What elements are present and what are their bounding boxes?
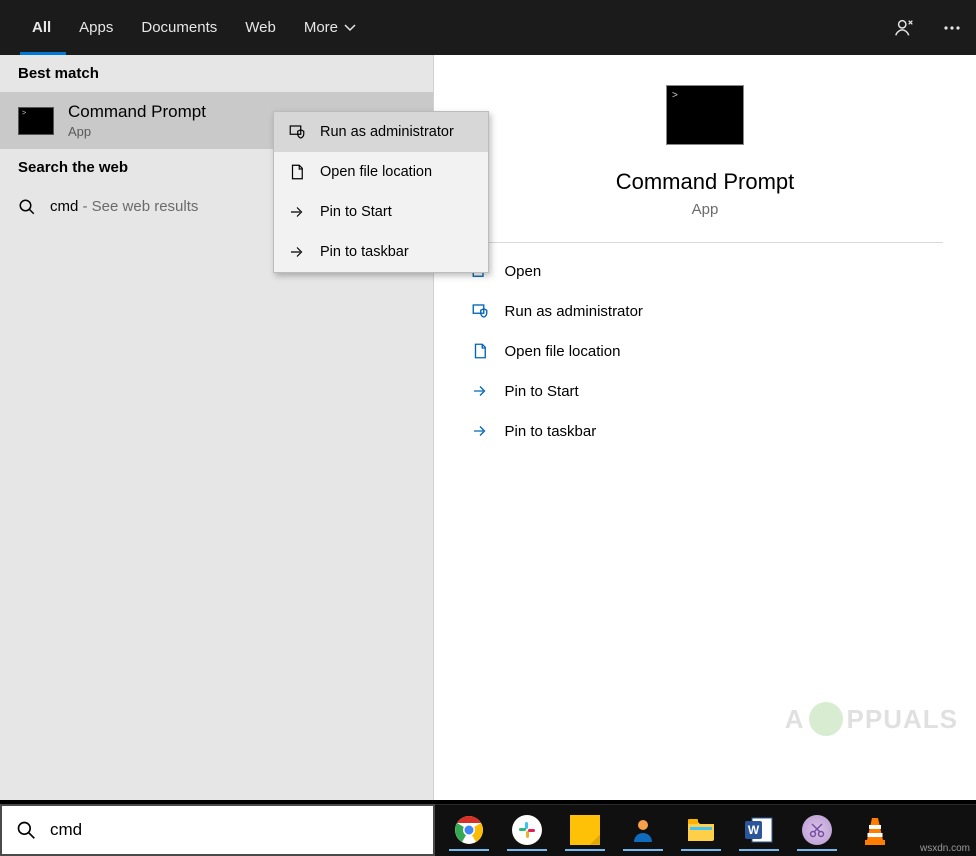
taskbar-vlc[interactable] bbox=[855, 811, 895, 851]
preview-subtitle: App bbox=[692, 201, 719, 218]
ctx-label: Pin to Start bbox=[320, 204, 392, 220]
search-icon bbox=[18, 198, 36, 216]
preview-thumbnail-icon bbox=[666, 85, 744, 145]
action-pin-taskbar[interactable]: Pin to taskbar bbox=[467, 411, 944, 451]
preview-actions: Open Run as administrator Open file loca… bbox=[467, 251, 944, 451]
result-title: Command Prompt bbox=[68, 102, 206, 122]
person-icon bbox=[629, 816, 657, 844]
pin-icon bbox=[288, 203, 306, 221]
sticky-notes-icon bbox=[570, 815, 600, 845]
taskbar-word[interactable]: W bbox=[739, 811, 779, 851]
action-label: Open file location bbox=[505, 343, 621, 360]
shield-admin-icon bbox=[288, 123, 306, 141]
ctx-run-admin[interactable]: Run as administrator bbox=[274, 112, 488, 152]
search-bar[interactable] bbox=[0, 804, 435, 856]
start-search-panel: All Apps Documents Web More Best match bbox=[0, 0, 976, 800]
web-hint: - See web results bbox=[78, 198, 198, 215]
pin-icon bbox=[288, 243, 306, 261]
ctx-pin-taskbar[interactable]: Pin to taskbar bbox=[274, 232, 488, 272]
feedback-icon[interactable] bbox=[894, 17, 916, 39]
more-options-icon[interactable] bbox=[942, 18, 962, 38]
ctx-pin-start[interactable]: Pin to Start bbox=[274, 192, 488, 232]
ctx-open-location[interactable]: Open file location bbox=[274, 152, 488, 192]
ctx-label: Open file location bbox=[320, 164, 432, 180]
ctx-label: Run as administrator bbox=[320, 124, 454, 140]
taskbar-office-people[interactable] bbox=[623, 811, 663, 851]
search-tabs: All Apps Documents Web More bbox=[0, 0, 976, 55]
action-pin-start[interactable]: Pin to Start bbox=[467, 371, 944, 411]
scissors-icon bbox=[802, 815, 832, 845]
tab-more-label: More bbox=[304, 19, 338, 36]
action-open[interactable]: Open bbox=[467, 251, 944, 291]
word-icon: W bbox=[744, 816, 774, 844]
search-icon bbox=[16, 820, 36, 840]
tab-apps[interactable]: Apps bbox=[65, 0, 127, 55]
file-location-icon bbox=[288, 163, 306, 181]
section-best-match: Best match bbox=[0, 55, 433, 92]
taskbar-snipping-tool[interactable] bbox=[797, 811, 837, 851]
preview-title: Command Prompt bbox=[616, 169, 795, 195]
taskbar-chrome[interactable] bbox=[449, 811, 489, 851]
pin-icon bbox=[471, 382, 489, 400]
preview-column: Command Prompt App Open Run as administr… bbox=[433, 55, 976, 800]
action-run-admin[interactable]: Run as administrator bbox=[467, 291, 944, 331]
taskbar: W bbox=[435, 804, 976, 856]
taskbar-file-explorer[interactable] bbox=[681, 811, 721, 851]
action-label: Run as administrator bbox=[505, 303, 643, 320]
credit-text: wsxdn.com bbox=[920, 843, 970, 854]
action-label: Pin to taskbar bbox=[505, 423, 597, 440]
tab-all[interactable]: All bbox=[18, 0, 65, 55]
action-label: Pin to Start bbox=[505, 383, 579, 400]
chevron-down-icon bbox=[344, 24, 356, 32]
vlc-icon bbox=[861, 816, 889, 846]
ctx-label: Pin to taskbar bbox=[320, 244, 409, 260]
tab-more[interactable]: More bbox=[290, 0, 370, 55]
tab-documents[interactable]: Documents bbox=[127, 0, 231, 55]
taskbar-slack[interactable] bbox=[507, 811, 547, 851]
svg-text:W: W bbox=[748, 823, 760, 837]
tab-web[interactable]: Web bbox=[231, 0, 290, 55]
slack-icon bbox=[512, 815, 542, 845]
shield-admin-icon bbox=[471, 302, 489, 320]
mascot-icon bbox=[809, 702, 843, 736]
chrome-icon bbox=[454, 815, 484, 845]
file-location-icon bbox=[471, 342, 489, 360]
folder-icon bbox=[686, 817, 716, 843]
watermark: APPUALS bbox=[785, 702, 958, 736]
context-menu: Run as administrator Open file location … bbox=[273, 111, 489, 273]
taskbar-sticky-notes[interactable] bbox=[565, 811, 605, 851]
divider bbox=[467, 242, 944, 243]
action-label: Open bbox=[505, 263, 542, 280]
search-input[interactable] bbox=[50, 820, 419, 840]
web-term: cmd bbox=[50, 198, 78, 215]
action-open-location[interactable]: Open file location bbox=[467, 331, 944, 371]
cmd-thumbnail-icon bbox=[18, 107, 54, 135]
pin-icon bbox=[471, 422, 489, 440]
result-subtitle: App bbox=[68, 124, 206, 139]
